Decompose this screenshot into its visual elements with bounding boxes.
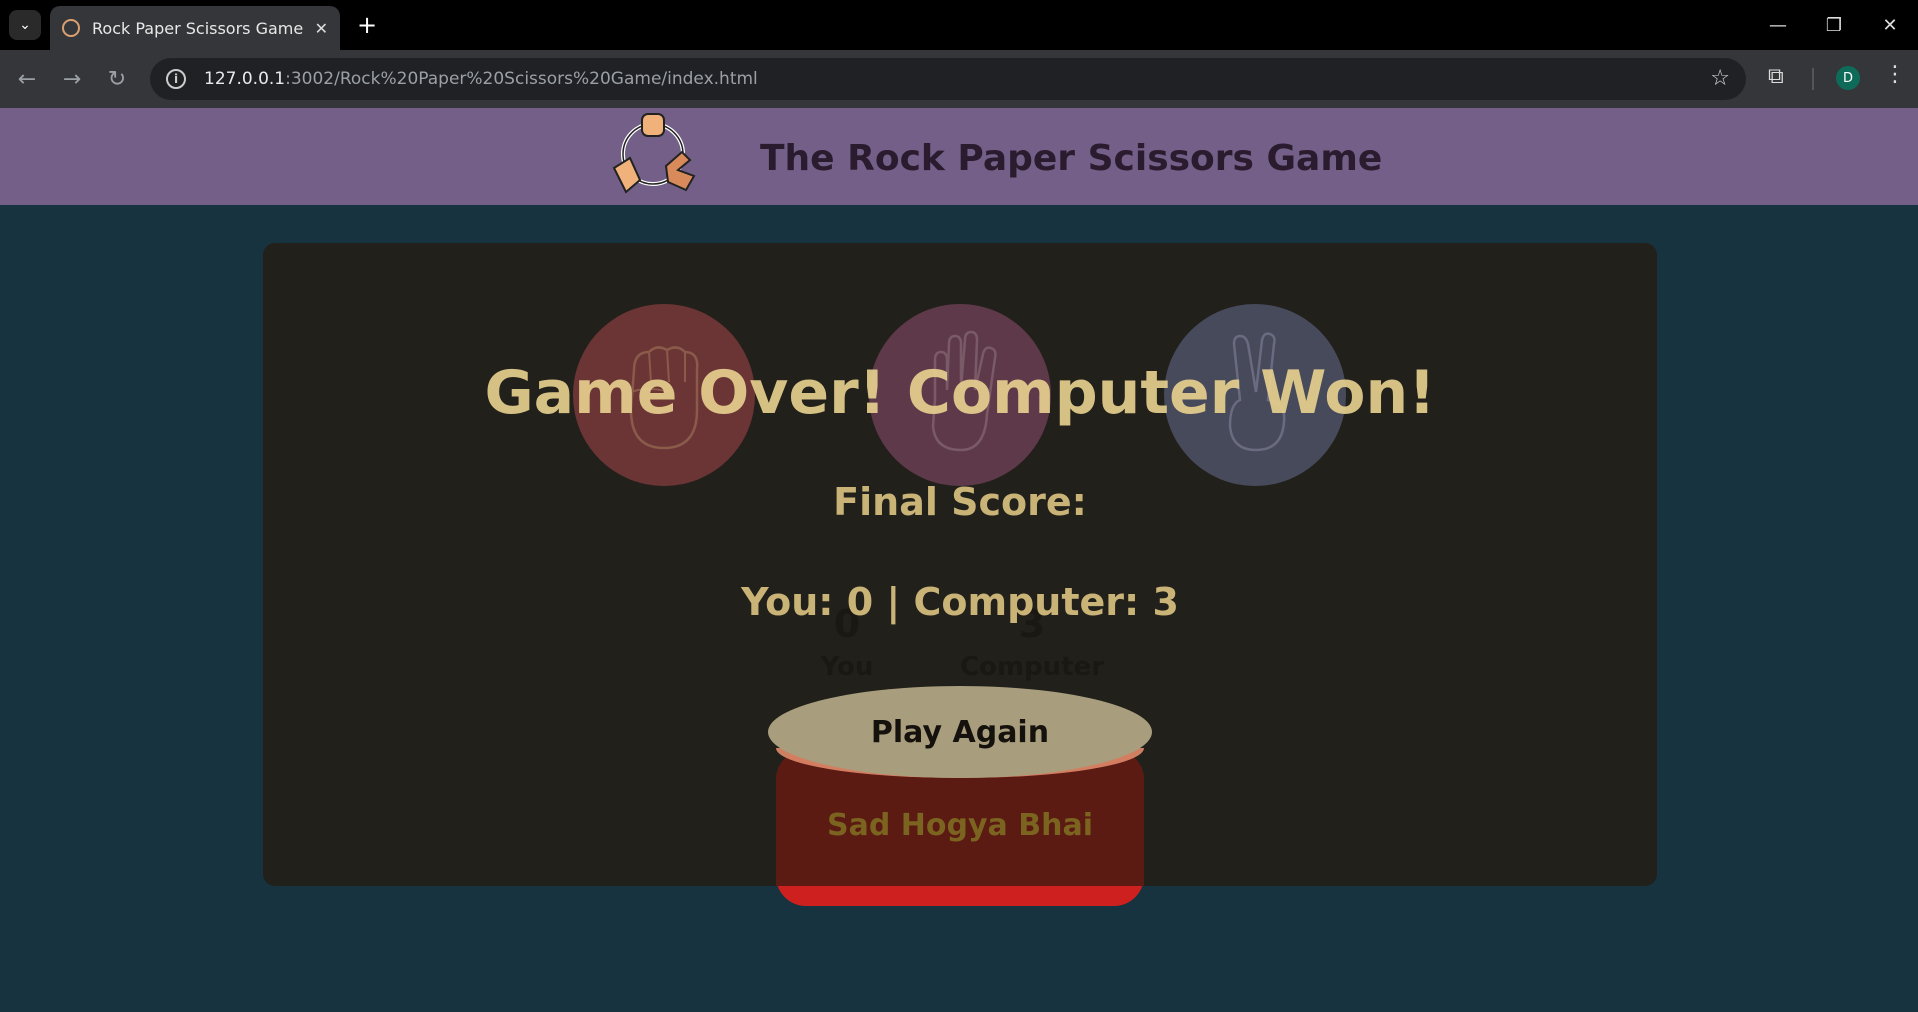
back-icon[interactable]: ←	[12, 64, 42, 94]
close-window-icon[interactable]: ✕	[1870, 8, 1910, 42]
user-score-label: You	[820, 652, 874, 682]
url-bar[interactable]: i 127.0.0.1:3002/Rock%20Paper%20Scissors…	[150, 58, 1746, 100]
final-score-label: Final Score:	[833, 480, 1087, 524]
browser-menu-icon[interactable]: ⋮	[1884, 62, 1906, 87]
tab-search-button[interactable]: ⌄	[9, 10, 41, 40]
page-title: The Rock Paper Scissors Game	[760, 138, 1383, 179]
browser-tab-bar: ⌄ Rock Paper Scissors Game ✕ + — ❐ ✕	[0, 0, 1918, 50]
final-score-text: You: 0 | Computer: 3	[741, 580, 1179, 624]
toolbar-divider	[1812, 68, 1814, 90]
minimize-icon[interactable]: —	[1758, 8, 1798, 42]
address-bar-row: ← → ↻ i 127.0.0.1:3002/Rock%20Paper%20Sc…	[0, 50, 1918, 108]
url-path: :3002/Rock%20Paper%20Scissors%20Game/ind…	[285, 69, 758, 89]
new-tab-button[interactable]: +	[352, 10, 382, 40]
url-host: 127.0.0.1	[204, 69, 286, 89]
browser-tab[interactable]: Rock Paper Scissors Game ✕	[50, 6, 340, 50]
reload-icon[interactable]: ↻	[102, 64, 132, 94]
close-tab-icon[interactable]: ✕	[315, 19, 328, 38]
message-text: Sad Hogya Bhai	[827, 808, 1093, 843]
game-over-title: Game Over! Computer Won!	[484, 358, 1436, 428]
site-info-icon[interactable]: i	[166, 69, 186, 89]
rock-paper-scissors-logo-icon	[612, 113, 696, 194]
profile-avatar[interactable]: D	[1836, 66, 1860, 90]
tab-title: Rock Paper Scissors Game	[92, 18, 304, 38]
bookmark-star-icon[interactable]: ☆	[1710, 66, 1730, 91]
restore-icon[interactable]: ❐	[1814, 8, 1854, 42]
play-again-button[interactable]: Play Again	[768, 686, 1152, 778]
computer-score-label: Computer	[959, 652, 1105, 682]
favicon-icon	[62, 19, 80, 37]
extensions-icon[interactable]: ⧉	[1768, 64, 1784, 89]
forward-icon[interactable]: →	[57, 64, 87, 94]
